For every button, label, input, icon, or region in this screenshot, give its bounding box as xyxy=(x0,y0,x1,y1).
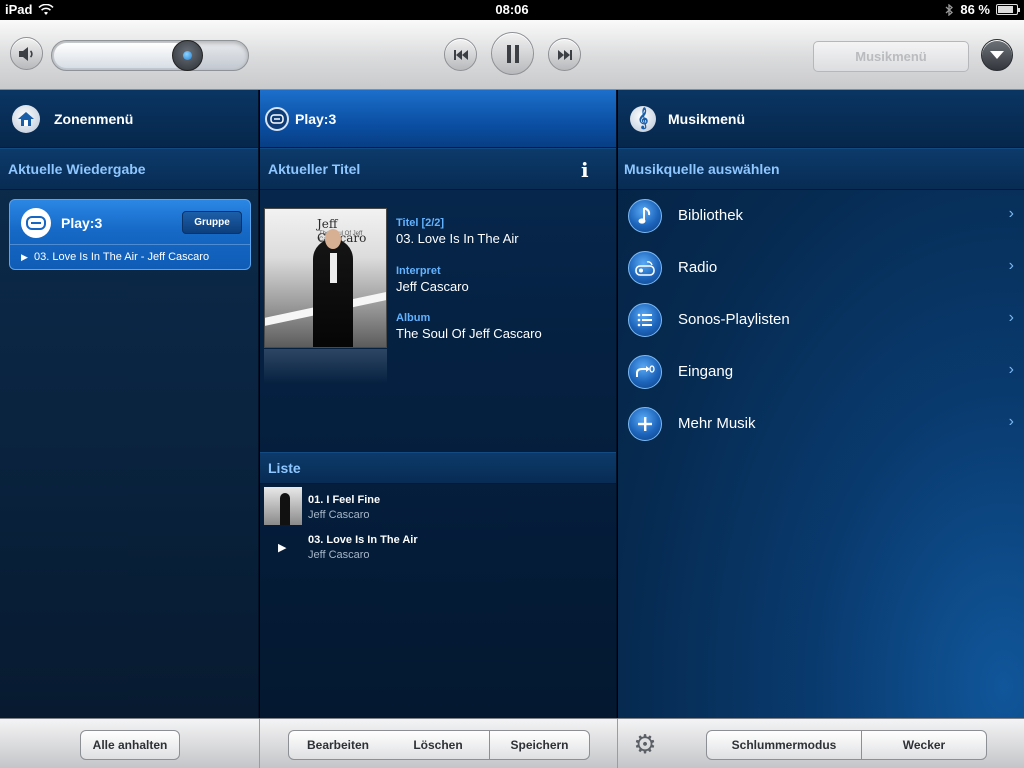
zones-panel: Zonenmenü Aktuelle Wiedergabe Play:3 Gru… xyxy=(0,90,259,718)
queue-heading: Liste xyxy=(260,452,616,484)
music-menu-title: Musikmenü xyxy=(668,110,746,127)
music-menu-panel: 𝄞 Musikmenü Musikquelle auswählen Biblio… xyxy=(618,90,1024,718)
album-value: The Soul Of Jeff Cascaro xyxy=(396,326,542,341)
title-label: Titel [2/2] xyxy=(396,217,445,229)
line-in-icon xyxy=(628,355,662,389)
title-value: 03. Love Is In The Air xyxy=(396,231,519,246)
queue-item-artist: Jeff Cascaro xyxy=(308,509,370,521)
artist-label: Interpret xyxy=(396,265,441,277)
delete-button[interactable]: Löschen xyxy=(387,730,490,760)
current-playback-heading: Aktuelle Wiedergabe xyxy=(0,148,258,190)
speaker-device-icon xyxy=(21,208,51,238)
bottom-toolbar: Alle anhalten Bearbeiten Löschen Speiche… xyxy=(0,718,1024,768)
status-bar: iPad 08:06 86 % xyxy=(0,0,1024,20)
queue-item-title: 03. Love Is In The Air xyxy=(308,534,418,546)
menu-item-radio[interactable]: Radio › xyxy=(618,243,1024,295)
zone-now-playing: 03. Love Is In The Air - Jeff Cascaro xyxy=(34,251,210,263)
menu-item-sonos-playlists[interactable]: Sonos-Playlisten › xyxy=(618,295,1024,347)
bluetooth-icon xyxy=(945,3,954,16)
album-label: Album xyxy=(396,312,431,324)
pause-button[interactable] xyxy=(491,32,534,75)
skip-back-icon xyxy=(453,49,468,60)
music-menu-header: 𝄞 Musikmenü xyxy=(618,90,1024,148)
gear-icon[interactable]: ⚙ xyxy=(631,731,659,759)
chevron-right-icon: › xyxy=(1008,309,1014,326)
menu-item-label: Sonos-Playlisten xyxy=(678,311,790,328)
info-icon[interactable]: i xyxy=(581,158,589,182)
menu-item-line-in[interactable]: Eingang › xyxy=(618,347,1024,399)
plus-icon xyxy=(628,407,662,441)
now-playing-indicator-icon: ▶ xyxy=(278,542,287,554)
volume-slider[interactable] xyxy=(51,40,249,71)
zone-name: Play:3 xyxy=(61,215,103,231)
edit-button[interactable]: Bearbeiten xyxy=(288,730,388,760)
music-source-heading: Musikquelle auswählen xyxy=(618,148,1024,190)
status-time: 08:06 xyxy=(495,2,529,17)
music-menu-button[interactable]: Musikmenü xyxy=(813,41,969,72)
queue-item-title: 01. I Feel Fine xyxy=(308,494,381,506)
battery-percent: 86 % xyxy=(960,2,990,17)
zone-divider xyxy=(10,244,250,245)
mute-button[interactable] xyxy=(10,37,43,70)
album-art: Jeff Cascaro The Soul Of Jeff Cascaro xyxy=(264,208,387,348)
zone-title: Play:3 xyxy=(295,110,337,127)
queue-item[interactable]: ▶ 03. Love Is In The Air Jeff Cascaro xyxy=(260,527,616,567)
menu-item-label: Radio xyxy=(678,259,718,276)
current-track-heading: Aktueller Titel xyxy=(260,148,616,190)
speaker-device-icon xyxy=(265,106,289,131)
chevron-right-icon: › xyxy=(1008,205,1014,222)
now-playing-panel: Play:3 Aktueller Titel i Jeff Cascaro Th… xyxy=(260,90,617,718)
zones-header: Zonenmenü xyxy=(0,90,258,148)
chevron-right-icon: › xyxy=(1008,361,1014,378)
skip-forward-icon xyxy=(557,49,572,60)
home-icon xyxy=(12,104,40,133)
queue-item-artist: Jeff Cascaro xyxy=(308,549,370,561)
menu-item-label: Eingang xyxy=(678,363,734,380)
chevron-down-icon xyxy=(990,51,1004,59)
music-note-icon xyxy=(628,199,662,233)
playing-indicator-icon: ▶ xyxy=(21,252,28,262)
speaker-icon xyxy=(18,46,33,61)
previous-track-button[interactable] xyxy=(444,38,477,71)
menu-item-label: Bibliothek xyxy=(678,207,744,224)
menu-item-library[interactable]: Bibliothek › xyxy=(618,191,1024,243)
volume-knob[interactable] xyxy=(172,40,203,71)
queue-item[interactable]: 01. I Feel Fine Jeff Cascaro xyxy=(260,487,616,527)
alarm-button[interactable]: Wecker xyxy=(861,730,987,760)
menu-item-more-music[interactable]: Mehr Musik › xyxy=(618,399,1024,451)
group-button[interactable]: Gruppe xyxy=(182,211,242,234)
collapse-button[interactable] xyxy=(981,39,1013,71)
chevron-right-icon: › xyxy=(1008,413,1014,430)
battery-icon xyxy=(996,4,1020,15)
transport-toolbar: Musikmenü xyxy=(0,20,1024,90)
chevron-right-icon: › xyxy=(1008,257,1014,274)
pause-all-button[interactable]: Alle anhalten xyxy=(80,730,180,760)
now-playing-header: Play:3 xyxy=(260,90,616,148)
album-reflection xyxy=(264,349,387,384)
save-button[interactable]: Speichern xyxy=(489,730,590,760)
menu-item-label: Mehr Musik xyxy=(678,415,756,432)
next-track-button[interactable] xyxy=(548,38,581,71)
artist-value: Jeff Cascaro xyxy=(396,279,469,294)
sleep-timer-button[interactable]: Schlummermodus xyxy=(706,730,862,760)
album-art-figure xyxy=(313,229,353,347)
volume-fill xyxy=(54,43,188,68)
treble-clef-icon: 𝄞 xyxy=(630,105,656,132)
pause-icon xyxy=(506,44,519,63)
toolbar-divider xyxy=(259,719,260,768)
queue-thumbnail xyxy=(264,487,302,525)
radio-icon xyxy=(628,251,662,285)
current-track-heading-label: Aktueller Titel xyxy=(268,161,361,177)
playlist-icon xyxy=(628,303,662,337)
toolbar-divider xyxy=(617,719,618,768)
status-right: 86 % xyxy=(945,2,1020,17)
zones-title: Zonenmenü xyxy=(54,110,134,127)
zone-card[interactable]: Play:3 Gruppe ▶ 03. Love Is In The Air -… xyxy=(9,199,251,270)
